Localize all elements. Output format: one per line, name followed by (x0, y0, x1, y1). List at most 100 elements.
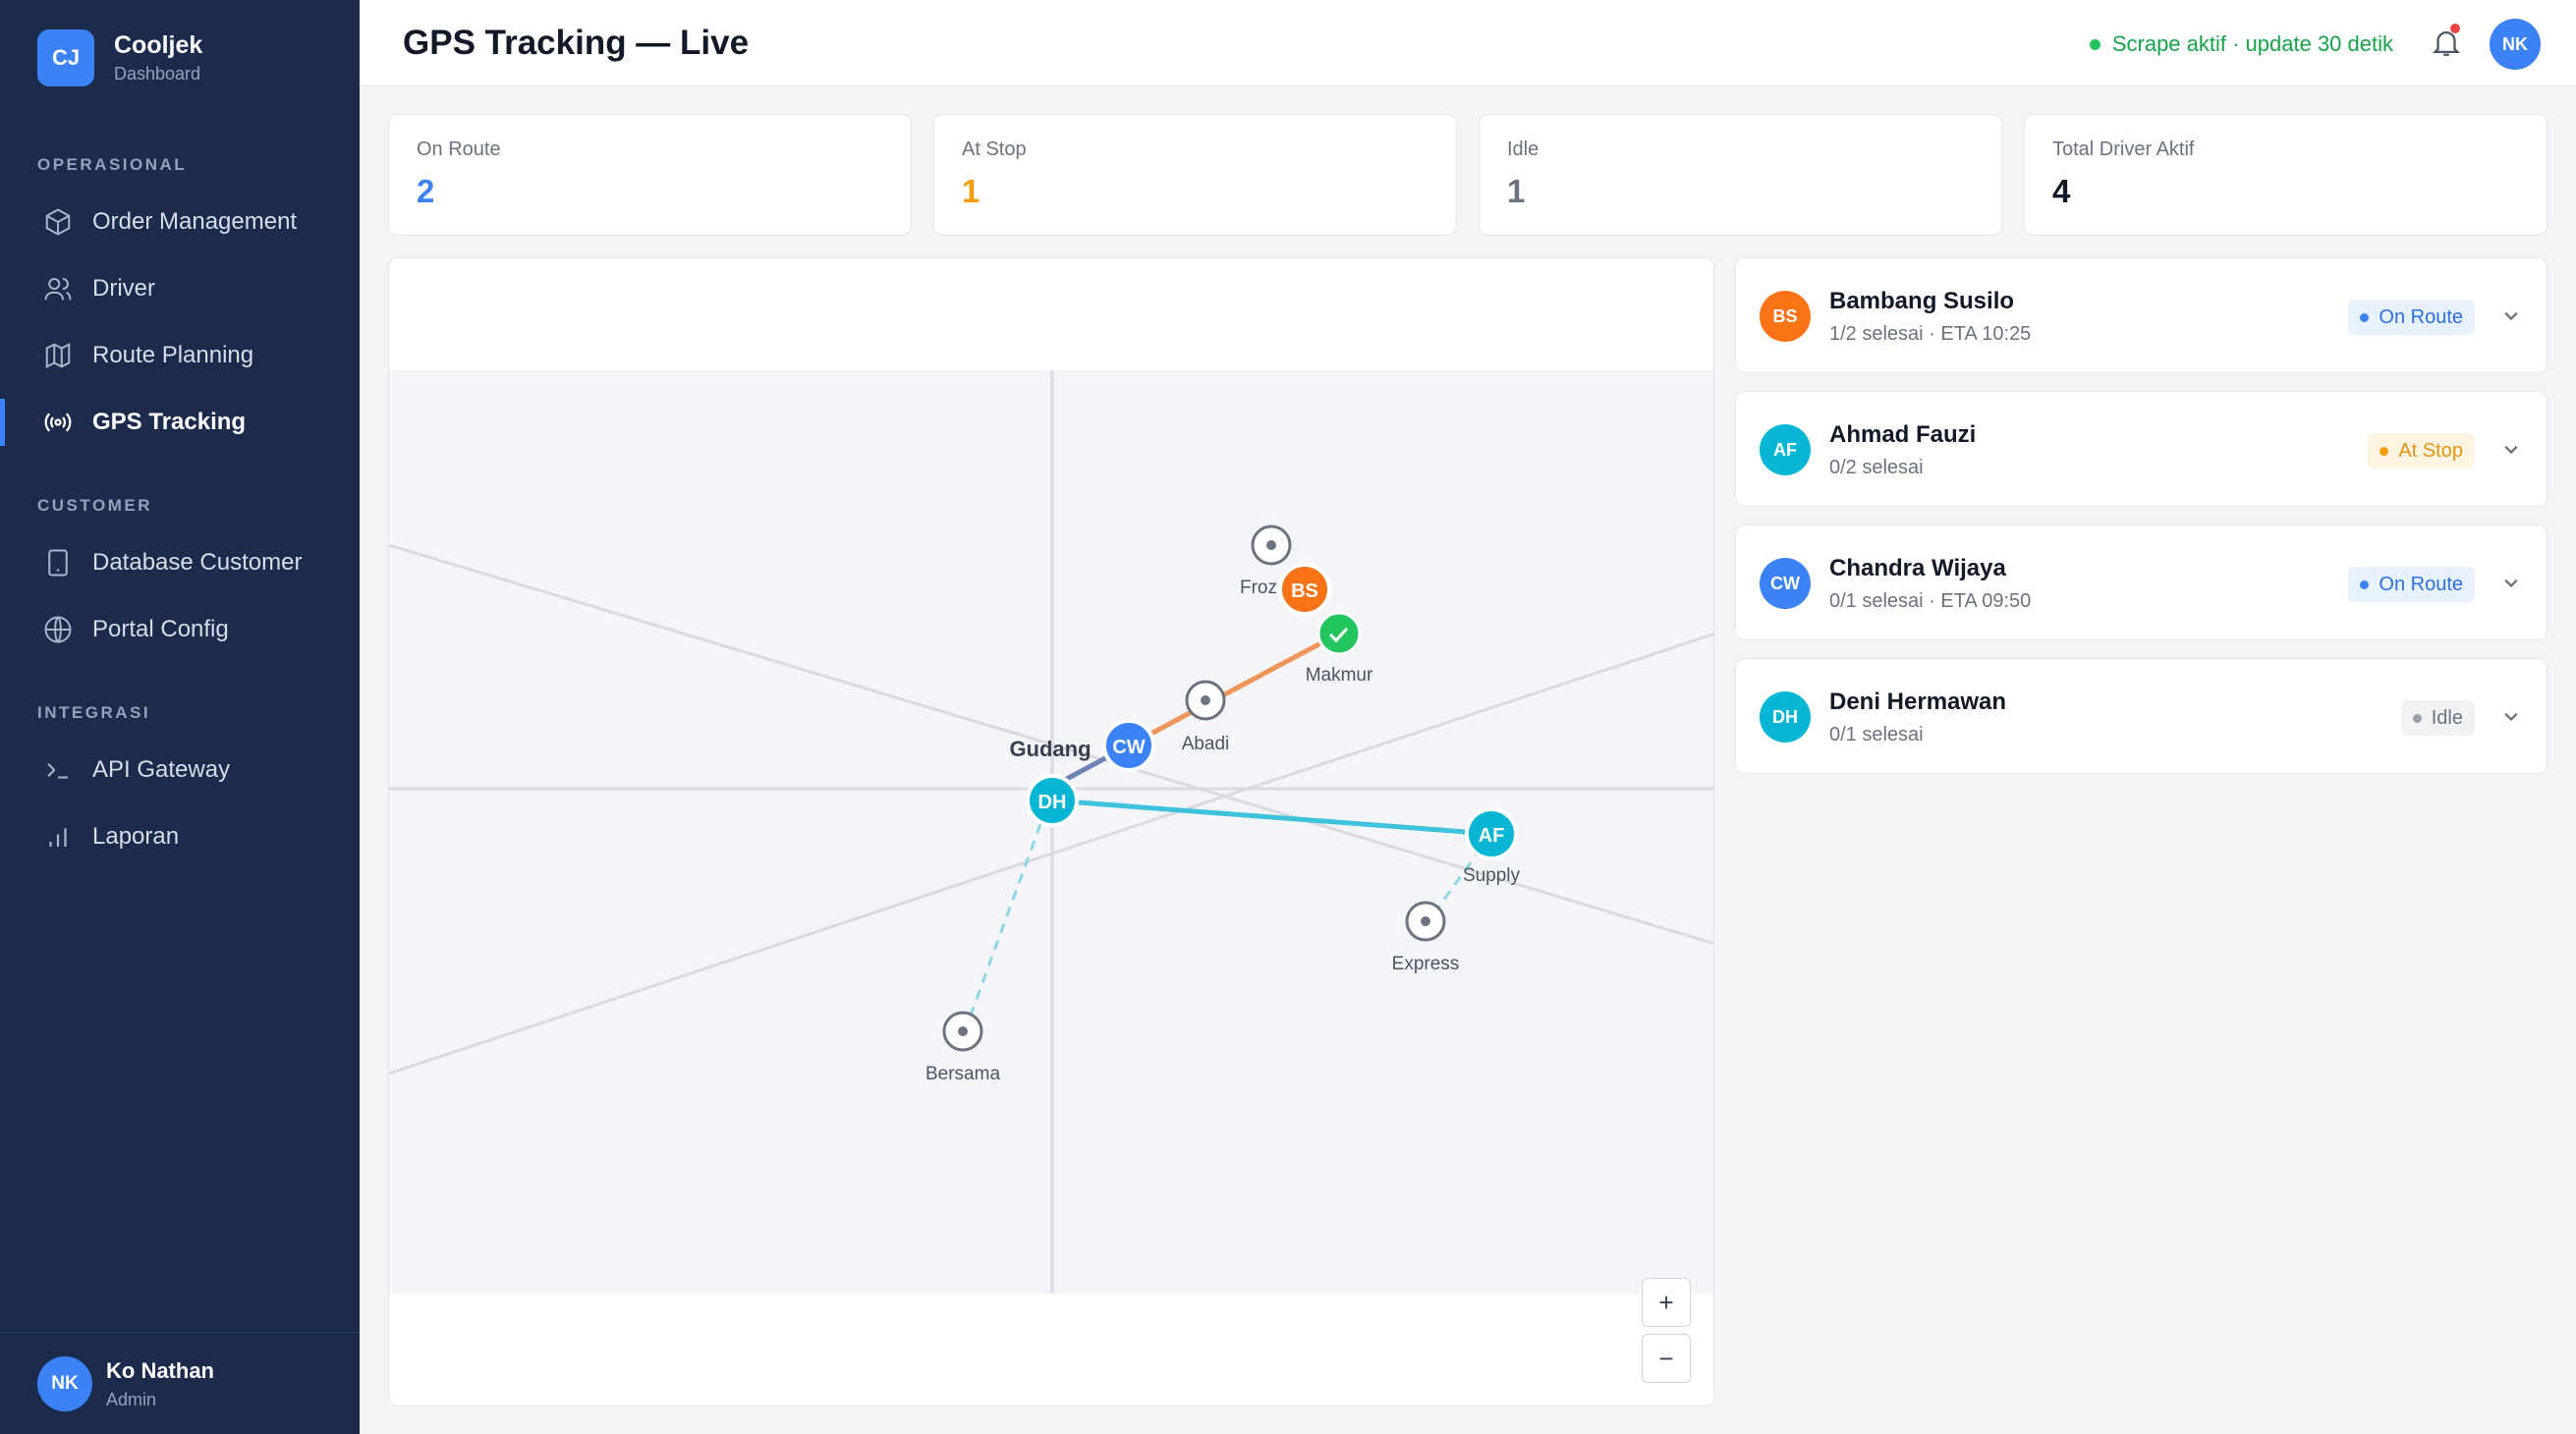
user-profile[interactable]: NK Ko Nathan Admin (37, 1356, 214, 1411)
stat-idle: Idle 1 (1479, 114, 2002, 236)
sidebar-item-gps-tracking[interactable]: GPS Tracking (0, 393, 360, 452)
map-panel[interactable]: Froz Makmur Abadi Supply Express Bersama… (388, 257, 1714, 1406)
stat-total-driver: Total Driver Aktif 4 (2024, 114, 2548, 236)
brand[interactable]: CJ Cooljek Dashboard (37, 29, 202, 86)
sidebar-item-route-planning[interactable]: Route Planning (0, 326, 360, 385)
tablet-icon (41, 546, 75, 579)
driver-name: Chandra Wijaya (1829, 555, 2006, 581)
driver-marker-dh[interactable]: DH (1026, 774, 1079, 827)
driver-progress: 0/2 selesai (1829, 457, 1924, 478)
driver-card-ahmad[interactable]: AF Ahmad Fauzi 0/2 selesai At Stop (1735, 391, 2548, 507)
driver-progress: 0/1 selesai (1829, 724, 1924, 745)
status-badge-label: Idle (2431, 706, 2463, 729)
zoom-in-button[interactable]: + (1642, 1278, 1691, 1327)
stat-value: 2 (417, 173, 435, 209)
stat-value: 1 (962, 173, 980, 209)
terminal-icon (41, 753, 75, 787)
driver-progress: 1/2 selesai · ETA 10:25 (1829, 323, 2032, 345)
status-badge-label: On Route (2379, 305, 2463, 328)
stop-pin-froz[interactable] (1251, 524, 1292, 566)
avatar[interactable]: NK (2490, 19, 2541, 70)
sidebar-item-label: GPS Tracking (92, 409, 247, 435)
users-icon (41, 272, 75, 305)
driver-marker-label: DH (1038, 792, 1067, 813)
sidebar-divider (0, 1332, 360, 1333)
sidebar: CJ Cooljek Dashboard OPERASIONAL Order M… (0, 0, 360, 1434)
broadcast-icon (41, 406, 75, 439)
avatar: AF (1760, 424, 1811, 475)
stop-label-abadi: Abadi (1182, 734, 1230, 754)
status-text: Scrape aktif · update 30 detik (2111, 31, 2393, 56)
stop-label-supply: Supply (1463, 865, 1521, 886)
chevron-down-icon[interactable] (2497, 302, 2525, 329)
sidebar-item-label: Laporan (92, 823, 180, 850)
avatar: BS (1760, 291, 1811, 342)
sidebar-item-label: Database Customer (92, 549, 303, 576)
status-dot (2412, 713, 2422, 723)
avatar: NK (37, 1356, 92, 1411)
brand-sub: Dashboard (114, 64, 201, 83)
sidebar-item-api-gateway[interactable]: API Gateway (0, 741, 360, 800)
brand-logo: CJ (37, 29, 94, 86)
driver-progress: 0/1 selesai · ETA 09:50 (1829, 590, 2032, 612)
avatar: DH (1760, 691, 1811, 743)
status-dot (2380, 446, 2389, 456)
box-icon (41, 205, 75, 239)
driver-name: Deni Hermawan (1829, 689, 2007, 715)
map-icon (41, 339, 75, 372)
sidebar-item-database-customer[interactable]: Database Customer (0, 533, 360, 592)
sidebar-item-label: Route Planning (92, 342, 254, 368)
driver-card-chandra[interactable]: CW Chandra Wijaya 0/1 selesai · ETA 09:5… (1735, 524, 2548, 640)
stat-label: Idle (1507, 138, 1540, 160)
driver-marker-label: BS (1291, 580, 1318, 602)
status-badge: Idle (2400, 700, 2475, 736)
stop-pin-bersama[interactable] (942, 1011, 983, 1052)
zoom-out-button[interactable]: − (1642, 1334, 1691, 1383)
status-indicator: Scrape aktif · update 30 detik (2089, 31, 2393, 57)
stat-at-stop: At Stop 1 (933, 114, 1457, 236)
globe-icon (41, 613, 75, 646)
sidebar-item-driver[interactable]: Driver (0, 259, 360, 318)
stat-value: 4 (2052, 173, 2071, 209)
stop-pin-express[interactable] (1405, 901, 1446, 942)
driver-name: Bambang Susilo (1829, 288, 2015, 314)
sidebar-item-order-management[interactable]: Order Management (0, 193, 360, 251)
brand-name: Cooljek (114, 31, 203, 59)
page-title: GPS Tracking — Live (403, 24, 750, 62)
stat-on-route: On Route 2 (388, 114, 912, 236)
driver-marker-bs[interactable]: BS (1278, 563, 1331, 616)
chevron-down-icon[interactable] (2497, 569, 2525, 596)
status-badge: On Route (2348, 567, 2475, 602)
sidebar-item-label: API Gateway (92, 756, 231, 783)
user-name: Ko Nathan (106, 1357, 214, 1383)
chevron-down-icon[interactable] (2497, 702, 2525, 730)
chevron-down-icon[interactable] (2497, 435, 2525, 463)
driver-card-bambang[interactable]: BS Bambang Susilo 1/2 selesai · ETA 10:2… (1735, 257, 2548, 373)
stop-label-makmur: Makmur (1306, 665, 1373, 686)
driver-marker-af[interactable]: AF (1465, 807, 1518, 860)
stop-label-bersama: Bersama (925, 1064, 1000, 1084)
header: GPS Tracking — Live Scrape aktif · updat… (360, 0, 2576, 86)
sidebar-item-laporan[interactable]: Laporan (0, 807, 360, 866)
stop-label-express: Express (1392, 954, 1460, 974)
driver-card-deni[interactable]: DH Deni Hermawan 0/1 selesai Idle (1735, 658, 2548, 774)
nav-section-customer: CUSTOMER (37, 496, 152, 515)
sidebar-item-label: Portal Config (92, 616, 229, 642)
sidebar-item-portal-config[interactable]: Portal Config (0, 600, 360, 659)
map-canvas[interactable]: Froz Makmur Abadi Supply Express Bersama… (389, 258, 1714, 1406)
status-dot (2089, 38, 2100, 50)
avatar: CW (1760, 558, 1811, 609)
status-dot (2360, 579, 2370, 589)
nav-section-operasional: OPERASIONAL (37, 155, 188, 174)
user-role: Admin (106, 1389, 157, 1409)
sidebar-item-label: Order Management (92, 208, 298, 235)
stop-pin-abadi[interactable] (1185, 680, 1226, 721)
status-dot (2360, 312, 2370, 322)
stat-label: At Stop (962, 138, 1027, 160)
driver-name: Ahmad Fauzi (1829, 421, 1977, 448)
stop-pin-makmur-done[interactable] (1316, 611, 1362, 656)
stat-label: Total Driver Aktif (2052, 138, 2195, 160)
driver-marker-label: AF (1479, 825, 1505, 847)
driver-marker-cw[interactable]: CW (1102, 719, 1155, 772)
sidebar-item-label: Driver (92, 275, 155, 302)
